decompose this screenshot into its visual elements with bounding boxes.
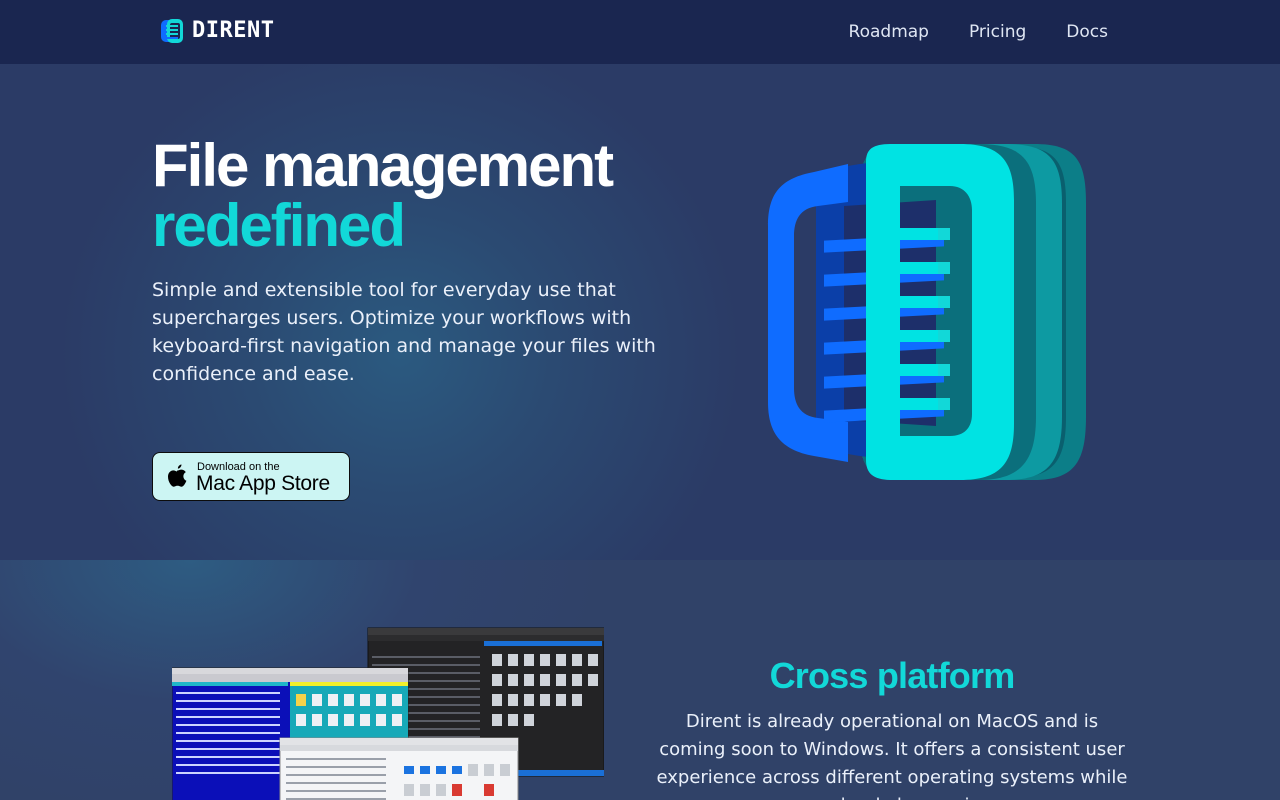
hero-subtitle: Simple and extensible tool for everyday … [152, 279, 656, 385]
nav-link-roadmap[interactable]: Roadmap [849, 20, 929, 44]
apple-icon [168, 464, 187, 487]
cross-platform-section: Cross platform Dirent is already operati… [0, 560, 1280, 800]
dirent-logo-art [768, 144, 1086, 480]
dirent-logo-icon [161, 19, 183, 43]
app-store-button[interactable]: Download on the Mac App Store [152, 452, 350, 501]
nav-links: Roadmap Pricing Docs [809, 20, 1108, 44]
feature-title: Cross platform [769, 655, 1016, 696]
feature-description: Dirent is already operational on MacOS a… [656, 711, 1128, 800]
hero-section: File management redefined Simple and ext… [0, 64, 1280, 560]
app-store-label: Mac App Store [196, 472, 330, 495]
nav-link-docs[interactable]: Docs [1066, 20, 1108, 44]
nav-link-pricing[interactable]: Pricing [969, 20, 1026, 44]
logo-text: DIRENT [192, 18, 275, 43]
top-nav: DIRENT Roadmap Pricing Docs [0, 0, 1280, 64]
hero-title: File management redefined [152, 132, 614, 259]
hero-title-line1: File management [152, 132, 614, 199]
logo-link[interactable]: DIRENT [160, 18, 274, 44]
hero-title-highlight: redefined [152, 192, 406, 259]
app-screenshots-image [172, 627, 604, 800]
